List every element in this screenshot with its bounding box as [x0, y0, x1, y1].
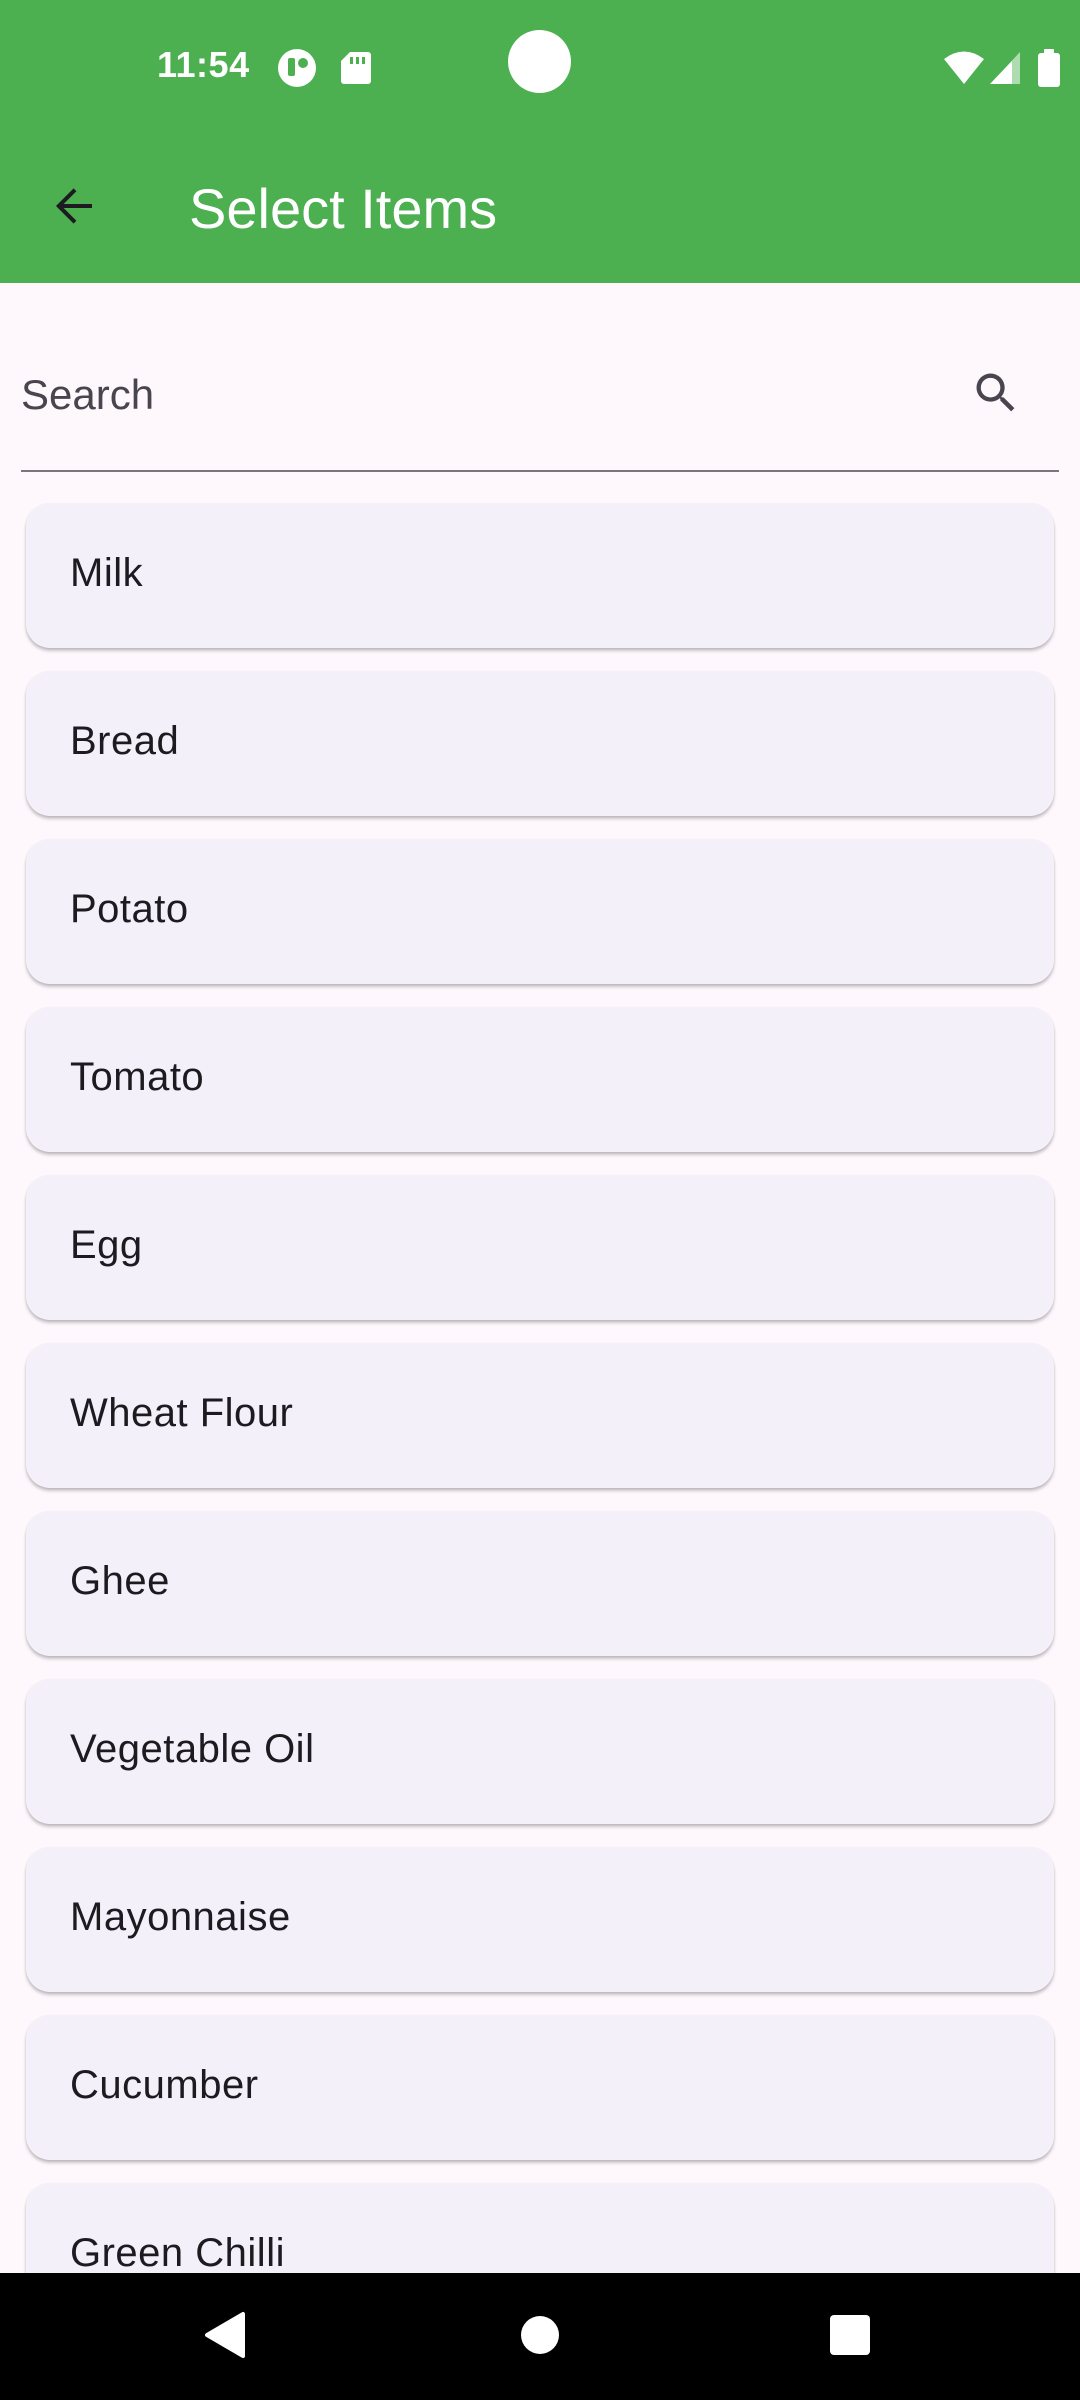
- toolbar: Select Items: [0, 136, 1080, 283]
- screen: 11:54 Select Items Search Milk Bread Pot…: [0, 0, 1080, 2400]
- list-item[interactable]: Green Chilli: [26, 2183, 1054, 2273]
- list-item-label: Egg: [70, 1223, 143, 1267]
- nav-back-button[interactable]: [183, 2295, 267, 2379]
- list-item[interactable]: Bread: [26, 671, 1054, 816]
- list-item[interactable]: Potato: [26, 839, 1054, 984]
- search-field: [21, 320, 1059, 472]
- list-item-label: Wheat Flour: [70, 1391, 294, 1435]
- list-item-label: Milk: [70, 551, 144, 595]
- search-button[interactable]: [963, 362, 1029, 428]
- camera-cutout: [508, 30, 571, 93]
- wifi-icon: [942, 48, 986, 88]
- list-item-label: Vegetable Oil: [70, 1727, 315, 1771]
- nav-recents-button[interactable]: [808, 2295, 892, 2379]
- app-bar: 11:54 Select Items: [0, 0, 1080, 283]
- app-notification-icon: [277, 48, 317, 88]
- list-item[interactable]: Vegetable Oil: [26, 1679, 1054, 1824]
- battery-icon: [1036, 48, 1062, 88]
- status-time: 11:54: [157, 44, 250, 85]
- list-item[interactable]: Wheat Flour: [26, 1343, 1054, 1488]
- list-item[interactable]: Milk: [26, 503, 1054, 648]
- list-item[interactable]: Ghee: [26, 1511, 1054, 1656]
- nav-home-button[interactable]: [498, 2295, 582, 2379]
- back-button[interactable]: [36, 170, 112, 246]
- status-bar: 11:54: [0, 0, 1080, 136]
- cellular-signal-icon: [986, 48, 1026, 88]
- back-triangle-icon: [203, 2310, 247, 2365]
- list-item-label: Ghee: [70, 1559, 170, 1603]
- list-item-label: Mayonnaise: [70, 1895, 291, 1939]
- list-item-label: Bread: [70, 719, 180, 763]
- sd-card-icon: [336, 48, 376, 88]
- system-navigation-bar: [0, 2273, 1080, 2400]
- list-item-label: Cucumber: [70, 2063, 259, 2107]
- arrow-back-icon: [50, 182, 98, 235]
- recents-square-icon: [829, 2314, 871, 2361]
- list-item[interactable]: Egg: [26, 1175, 1054, 1320]
- list-item[interactable]: Cucumber: [26, 2015, 1054, 2160]
- page-title: Select Items: [189, 177, 498, 240]
- search-icon: [970, 367, 1022, 424]
- home-circle-icon: [520, 2315, 560, 2360]
- search-input[interactable]: [21, 360, 921, 430]
- items-list: Milk Bread Potato Tomato Egg Wheat Flour…: [0, 503, 1080, 2273]
- list-item-label: Tomato: [70, 1055, 205, 1099]
- list-item[interactable]: Mayonnaise: [26, 1847, 1054, 1992]
- list-item-label: Potato: [70, 887, 189, 931]
- list-item-label: Green Chilli: [70, 2231, 285, 2273]
- list-item[interactable]: Tomato: [26, 1007, 1054, 1152]
